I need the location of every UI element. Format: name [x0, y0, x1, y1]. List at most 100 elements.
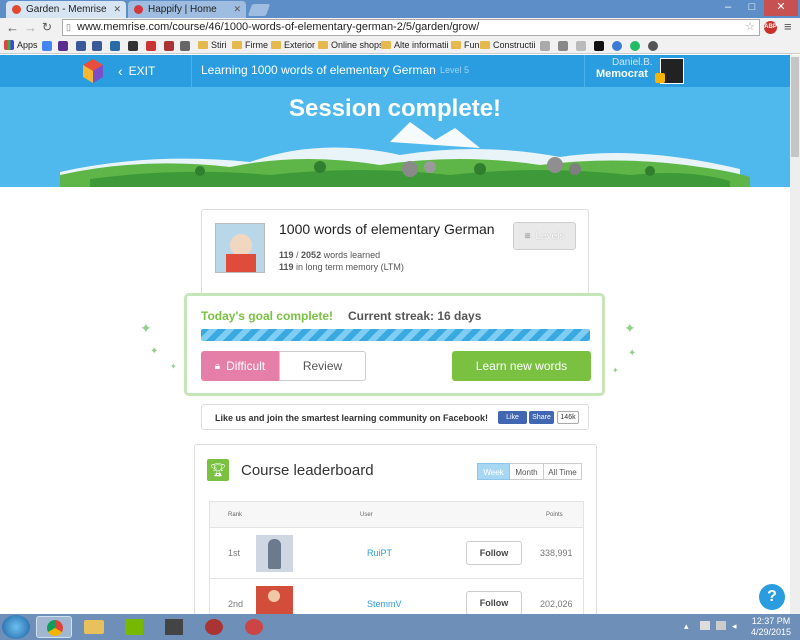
learn-new-words-button[interactable]: Learn new words [452, 351, 591, 381]
network-icon[interactable] [716, 621, 726, 630]
goal-complete-text: Today's goal complete! [201, 309, 333, 323]
learn-new-words-label: Learn new words [475, 359, 568, 373]
volume-icon[interactable]: ◂ [732, 621, 737, 632]
close-tab-icon[interactable]: ✕ [113, 4, 121, 15]
scrollbar-thumb[interactable] [791, 57, 799, 157]
bookmark-folder-alte-informatii[interactable]: Alte informatii [381, 40, 449, 50]
new-tab-button[interactable] [247, 4, 271, 16]
bookmark-folder-stiri[interactable]: Stiri [198, 40, 227, 50]
bookmark-icon[interactable] [576, 41, 586, 51]
review-button[interactable]: Review [279, 351, 366, 381]
bookmark-icon[interactable] [76, 41, 86, 51]
bookmark-icon[interactable] [146, 41, 156, 51]
facebook-share-button[interactable]: Share [529, 411, 554, 424]
ltm-suffix: in long term memory (LTM) [296, 262, 404, 272]
menu-icon[interactable]: ≡ [784, 19, 792, 34]
reload-icon[interactable]: ↻ [42, 20, 52, 34]
chrome-taskbar-icon[interactable] [36, 616, 72, 638]
explorer-taskbar-icon[interactable] [76, 616, 112, 638]
bookmark-icon[interactable] [594, 41, 604, 51]
user-name[interactable]: Daniel.B. [612, 57, 653, 68]
column-rank: Rank [228, 512, 243, 518]
bookmark-folder-fun[interactable]: Fun [451, 40, 480, 50]
close-tab-icon[interactable]: ✕ [233, 4, 241, 15]
start-button[interactable] [2, 615, 30, 639]
row-user-link[interactable]: StemmV [367, 599, 402, 609]
bookmark-label: Alte informatii [394, 40, 449, 50]
adblock-icon[interactable]: ABP [764, 21, 777, 34]
page-scrollbar[interactable] [790, 55, 800, 615]
bookmark-icon[interactable] [180, 41, 190, 51]
minimize-icon[interactable]: – [716, 0, 740, 16]
table-row: 2nd StemmV Follow 202,026 [210, 579, 583, 618]
goal-progress-bar [201, 329, 590, 341]
tab-month[interactable]: Month [510, 463, 544, 480]
bookmark-folder-firme[interactable]: Firme [232, 40, 268, 50]
help-button[interactable]: ? [759, 584, 785, 610]
app-taskbar-icon[interactable] [156, 616, 192, 638]
exit-button[interactable]: ‹ EXIT [118, 63, 155, 79]
folder-icon [451, 41, 461, 49]
folder-icon [84, 620, 104, 634]
sparkle-right-icon: ✦ [628, 348, 637, 359]
bookmark-icon[interactable] [630, 41, 640, 51]
facebook-like-button[interactable]: Like [498, 411, 527, 424]
tray-arrow-icon[interactable]: ▴ [684, 621, 689, 632]
facebook-bookmark-icon[interactable] [92, 41, 102, 51]
clock[interactable]: 12:37 PM 4/29/2015 [746, 616, 796, 638]
tab-week[interactable]: Week [477, 463, 510, 480]
bookmark-folder-exterior[interactable]: Exterior [271, 40, 315, 50]
bookmark-folder-online-shops[interactable]: Online shops [318, 40, 384, 50]
follow-button[interactable]: Follow [466, 591, 522, 615]
difficult-button[interactable]: 🔒︎ Difficult [201, 351, 279, 381]
bookmark-label: Exterior [284, 40, 316, 50]
levels-label: Levels [535, 230, 565, 242]
bookmark-icon[interactable] [164, 41, 174, 51]
bookmark-icon[interactable] [110, 41, 120, 51]
tab-garden-memrise[interactable]: Garden - Memrise ✕ [6, 1, 126, 18]
follow-label: Follow [479, 548, 509, 558]
flag-icon[interactable] [700, 621, 710, 630]
bookmark-icon[interactable] [648, 41, 658, 51]
course-image[interactable] [215, 223, 265, 273]
follow-label: Follow [479, 598, 509, 608]
tab-all-time[interactable]: All Time [544, 463, 582, 480]
address-bar[interactable]: ▯ www.memrise.com/course/46/1000-words-o… [62, 19, 760, 36]
sparkle-left-icon: ✦ [170, 362, 177, 371]
facebook-count-label: 146k [560, 414, 576, 421]
row-points: 338,991 [540, 548, 573, 558]
bookmark-star-icon[interactable]: ☆ [745, 20, 755, 35]
google-bookmark-icon[interactable] [42, 41, 52, 51]
forward-icon[interactable]: → [24, 20, 37, 35]
chevron-left-icon: ‹ [118, 63, 123, 79]
levels-button[interactable]: ≡ Levels [513, 222, 576, 250]
tab-happify[interactable]: Happify | Home ✕ [128, 1, 246, 18]
bookmark-icon[interactable] [558, 41, 568, 51]
course-name[interactable]: 1000 words of elementary German [279, 221, 495, 237]
bookmark-icon[interactable] [128, 41, 138, 51]
memrise-logo-icon[interactable] [82, 58, 104, 84]
total-count: 2052 [301, 250, 322, 260]
nvidia-taskbar-icon[interactable] [116, 616, 152, 638]
close-window-icon[interactable]: ✕ [764, 0, 798, 16]
folder-icon [318, 41, 328, 49]
follow-button[interactable]: Follow [466, 541, 522, 565]
bookmark-folder-constructii[interactable]: Constructii [480, 40, 536, 50]
sparkle-right-icon: ✦ [624, 320, 636, 336]
app-taskbar-icon[interactable] [236, 616, 272, 638]
bookmark-icon[interactable] [612, 41, 622, 51]
avatar[interactable] [256, 535, 293, 572]
bookmark-label: Online shops [331, 40, 384, 50]
back-icon[interactable]: ← [6, 20, 19, 35]
column-points: Points [546, 512, 563, 518]
bookmark-apps[interactable]: Apps [4, 40, 38, 50]
ltm-count: 119 [279, 262, 294, 272]
app-taskbar-icon[interactable] [196, 616, 232, 638]
folder-icon [480, 41, 490, 49]
bookmark-icon[interactable] [540, 41, 550, 51]
maximize-icon[interactable]: □ [740, 0, 764, 16]
yahoo-bookmark-icon[interactable] [58, 41, 68, 51]
app-icon [245, 619, 263, 635]
row-user-link[interactable]: RuiPT [367, 548, 392, 558]
url-text: www.memrise.com/course/46/1000-words-of-… [77, 21, 480, 33]
